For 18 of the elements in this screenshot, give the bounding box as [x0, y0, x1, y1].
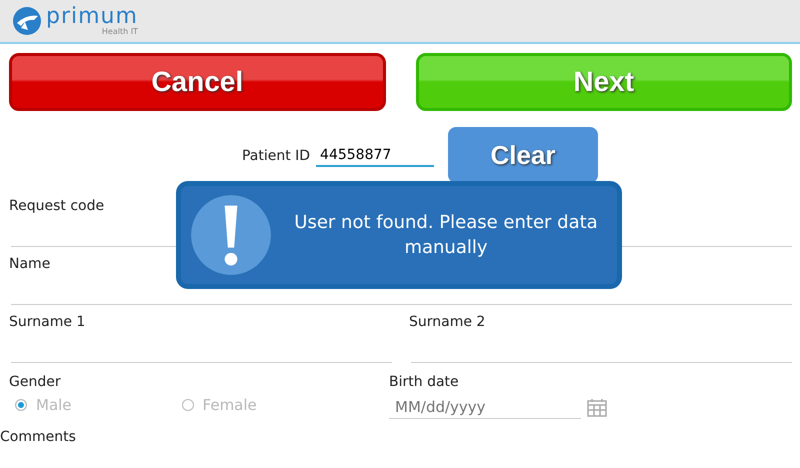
logo-subtext: Health IT	[102, 28, 138, 36]
toast-message: User not found. Please enter data manually	[293, 210, 599, 260]
clear-button[interactable]: Clear	[448, 127, 598, 183]
birth-date-label: Birth date	[389, 374, 459, 390]
calendar-icon[interactable]	[587, 398, 607, 418]
exclamation-icon	[189, 193, 273, 277]
logo-icon	[12, 6, 42, 36]
patient-id-label: Patient ID	[242, 148, 310, 166]
next-button[interactable]: Next	[416, 53, 792, 111]
field-label: Surname 2	[409, 314, 486, 330]
field-label: Name	[9, 256, 50, 272]
logo-text: primum	[46, 6, 138, 28]
patient-id-field[interactable]: 44558877	[316, 147, 434, 167]
field-label: Surname 1	[9, 314, 86, 330]
field-label: Request code	[9, 198, 104, 214]
cancel-button[interactable]: Cancel	[9, 53, 386, 111]
comments-label: Comments	[0, 428, 77, 445]
gender-label: Gender	[9, 374, 61, 390]
